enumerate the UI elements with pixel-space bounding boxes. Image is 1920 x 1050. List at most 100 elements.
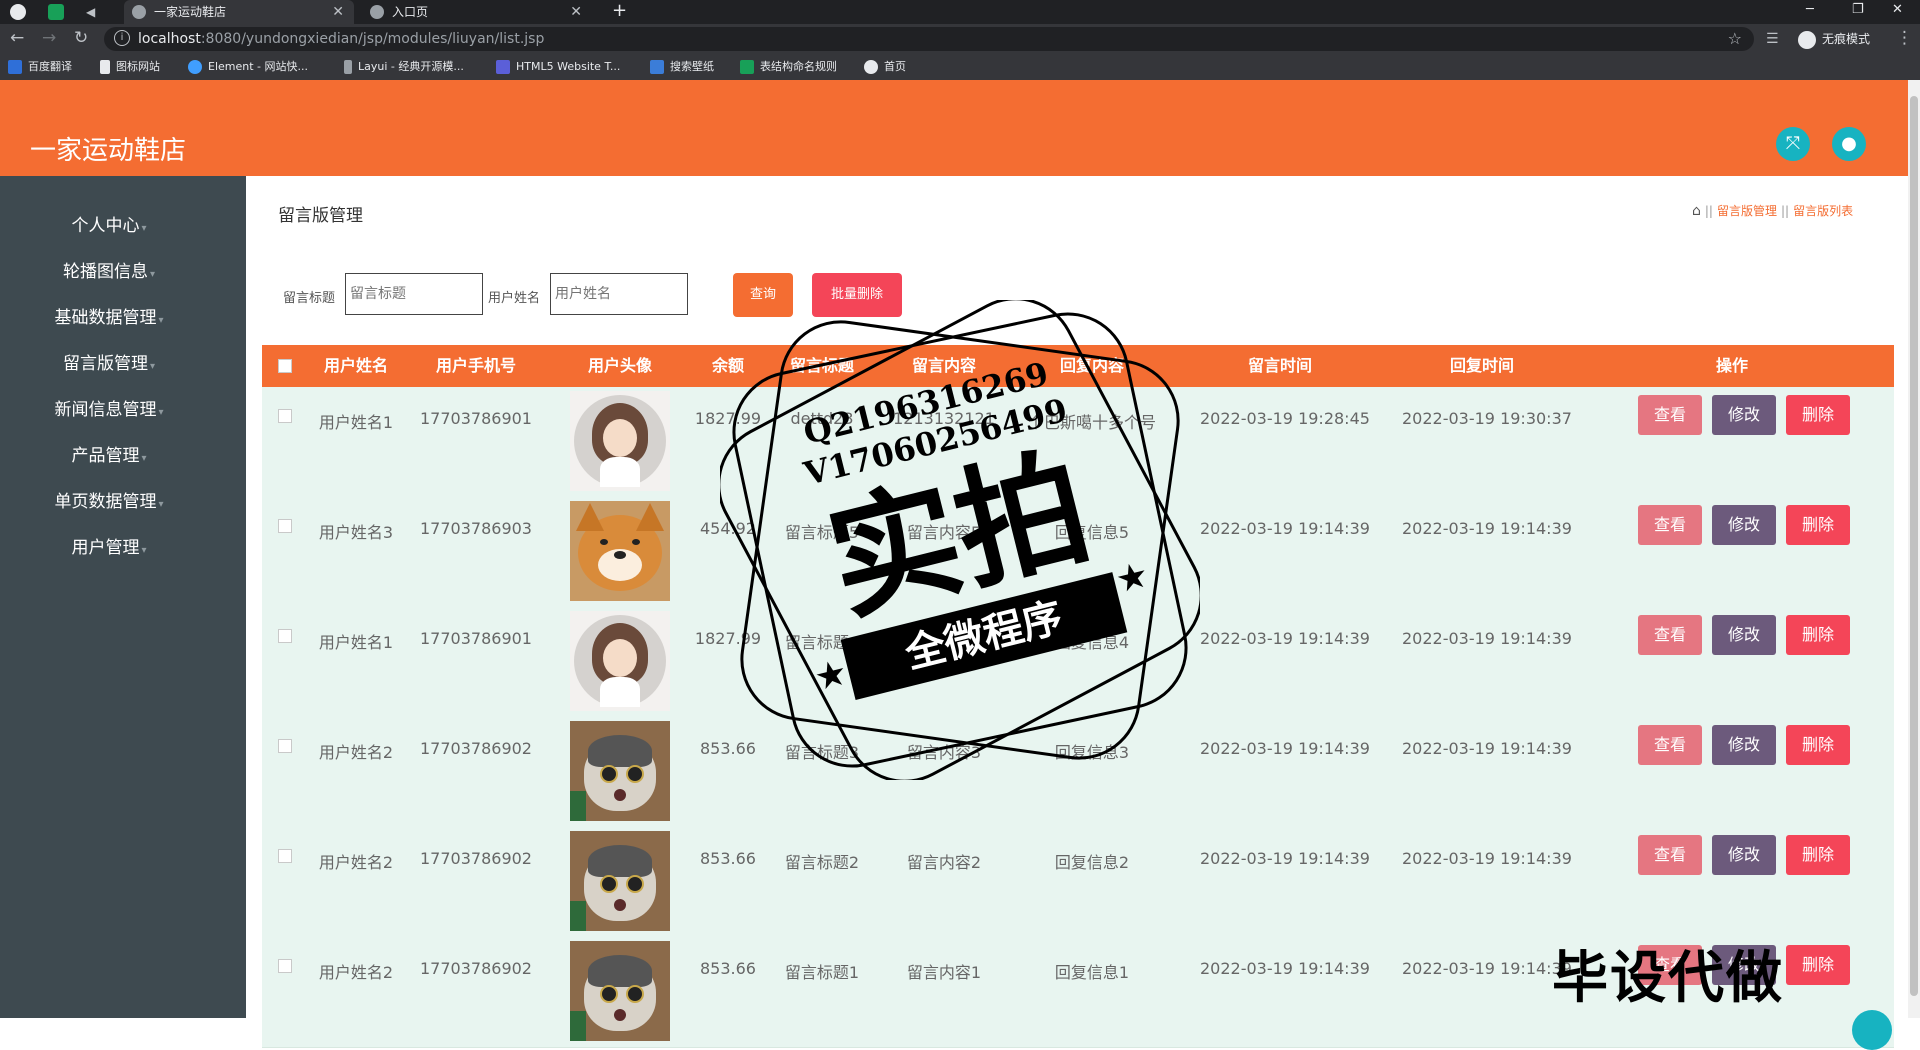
minimize-icon[interactable]: ─ — [1806, 0, 1814, 20]
reload-icon[interactable]: ↻ — [74, 28, 88, 48]
row-checkbox[interactable] — [278, 629, 292, 643]
app-logo-title: 一家运动鞋店 — [30, 136, 187, 166]
username-cell: 用户姓名2 — [318, 743, 394, 762]
view-button[interactable]: 查看 — [1638, 725, 1702, 765]
sidebar-item-news[interactable]: 新闻信息管理 ▾ — [0, 395, 218, 420]
select-all-checkbox[interactable] — [278, 359, 292, 373]
delete-button[interactable]: 删除 — [1786, 835, 1850, 875]
tab-favicon — [370, 5, 384, 19]
title-filter-input[interactable] — [345, 273, 483, 315]
edit-button[interactable]: 修改 — [1712, 615, 1776, 655]
cat-avatar — [570, 831, 670, 931]
edit-button[interactable]: 修改 — [1712, 395, 1776, 435]
bookmark-item[interactable]: 表结构命名规则 — [740, 54, 837, 80]
bookmark-item[interactable]: HTML5 Website T... — [496, 54, 620, 80]
chevron-down-icon: ▾ — [158, 499, 164, 510]
sidebar-item-basic-data[interactable]: 基础数据管理 ▾ — [0, 303, 218, 328]
row-checkbox[interactable] — [278, 519, 292, 533]
new-tab-icon[interactable]: + — [612, 0, 627, 22]
browser-toolbar: ← → ↻ i localhost:8080/yundongxiedian/js… — [0, 24, 1920, 54]
row-checkbox[interactable] — [278, 849, 292, 863]
delete-button[interactable]: 删除 — [1786, 395, 1850, 435]
delete-button[interactable]: 删除 — [1786, 945, 1850, 985]
breadcrumb-item[interactable]: 留言版列表 — [1793, 204, 1853, 218]
scrollbar-thumb[interactable] — [1910, 96, 1918, 996]
url-path: :8080/yundongxiedian/jsp/modules/liuyan/… — [200, 31, 545, 47]
chevron-down-icon: ▾ — [158, 315, 164, 326]
delete-button[interactable]: 删除 — [1786, 505, 1850, 545]
edit-button[interactable]: 修改 — [1712, 835, 1776, 875]
incognito-indicator[interactable]: 无痕模式 — [1798, 29, 1870, 49]
close-tab-icon[interactable]: ✕ — [332, 0, 344, 24]
bookmark-item[interactable]: 百度翻译 — [8, 54, 72, 80]
row-checkbox[interactable] — [278, 959, 292, 973]
wallpaper-icon — [650, 60, 664, 74]
mute-tab-icon[interactable]: ◀ — [86, 4, 102, 20]
bookmark-item[interactable]: Layui - 经典开源模... — [344, 54, 464, 80]
sidebar-item-messages[interactable]: 留言版管理 ▾ — [0, 349, 218, 374]
bookmark-star-icon[interactable]: ☆ — [1728, 29, 1742, 48]
watermark-bottom-text: 毕设代做 — [1552, 946, 1784, 1011]
row-checkbox[interactable] — [278, 739, 292, 753]
phone-cell: 17703786903 — [420, 519, 532, 538]
column-header: 余额 — [711, 356, 744, 375]
sidebar-item-carousel[interactable]: 轮播图信息 ▾ — [0, 257, 218, 282]
balance-cell: 454.92 — [700, 519, 756, 538]
page-scrollbar[interactable] — [1908, 80, 1920, 1018]
home-icon[interactable]: ⌂ — [1692, 203, 1701, 219]
view-button[interactable]: 查看 — [1638, 835, 1702, 875]
close-tab-icon[interactable]: ✕ — [570, 0, 582, 24]
query-button[interactable]: 查询 — [733, 273, 793, 317]
close-window-icon[interactable]: ✕ — [1892, 0, 1903, 20]
bookmark-item[interactable]: 图标网站 — [100, 54, 160, 80]
pinned-tab-icon[interactable] — [10, 4, 26, 20]
tab-entry[interactable]: 入口页 ✕ — [362, 0, 592, 24]
bookmark-label: Element - 网站快... — [208, 60, 308, 73]
row-checkbox[interactable] — [278, 409, 292, 423]
sidebar-item-personal-center[interactable]: 个人中心 ▾ — [0, 211, 218, 236]
column-header: 用户手机号 — [435, 356, 516, 375]
bookmark-item[interactable]: Element - 网站快... — [188, 54, 308, 80]
delete-button[interactable]: 删除 — [1786, 615, 1850, 655]
bookmark-item[interactable]: 搜索壁纸 — [650, 54, 714, 80]
restore-icon[interactable]: ❐ — [1852, 0, 1864, 20]
message-title-cell: 留言标题4 — [784, 633, 860, 652]
sidebar-item-single-page[interactable]: 单页数据管理 ▾ — [0, 487, 218, 512]
view-button[interactable]: 查看 — [1638, 505, 1702, 545]
back-icon[interactable]: ← — [10, 28, 24, 48]
balance-cell: 1827.99 — [694, 409, 762, 428]
sidebar-item-label: 基础数据管理 — [54, 308, 157, 328]
floating-action-icon[interactable] — [1852, 1010, 1892, 1050]
pinned-sheet-tab-icon[interactable] — [48, 4, 64, 20]
message-content-cell: 留言内容2 — [906, 853, 982, 872]
reading-list-icon[interactable]: ☰ — [1766, 31, 1779, 47]
cat-avatar — [570, 721, 670, 821]
sidebar-item-label: 单页数据管理 — [54, 492, 157, 512]
flag-icon — [100, 60, 110, 74]
fullscreen-icon[interactable]: ⤧ — [1776, 127, 1810, 161]
breadcrumb-item[interactable]: 留言版管理 — [1717, 204, 1777, 218]
table-row: 用户姓名1 17703786901 1827.99 dettd23 121313… — [262, 387, 1894, 498]
tab-shoe-store[interactable]: 一家运动鞋店 ✕ — [124, 0, 354, 24]
view-button[interactable]: 查看 — [1638, 615, 1702, 655]
table-row: 用户姓名3 17703786903 454.92 留言标题5 留言内容5 回复信… — [262, 497, 1894, 608]
sidebar-item-users[interactable]: 用户管理 ▾ — [0, 533, 218, 558]
site-info-icon[interactable]: i — [114, 30, 130, 46]
chevron-down-icon: ▾ — [141, 453, 147, 464]
address-bar[interactable]: i localhost:8080/yundongxiedian/jsp/modu… — [104, 27, 1754, 51]
bookmark-item[interactable]: 首页 — [864, 54, 906, 80]
edit-button[interactable]: 修改 — [1712, 725, 1776, 765]
layui-icon — [344, 60, 352, 74]
forward-icon[interactable]: → — [42, 28, 56, 48]
page-title: 留言版管理 — [278, 206, 363, 226]
user-profile-icon[interactable]: ● — [1832, 127, 1866, 161]
view-button[interactable]: 查看 — [1638, 395, 1702, 435]
username-filter-input[interactable] — [550, 273, 688, 315]
phone-cell: 17703786901 — [420, 409, 532, 428]
delete-button[interactable]: 删除 — [1786, 725, 1850, 765]
browser-menu-icon[interactable]: ⋮ — [1896, 28, 1913, 48]
edit-button[interactable]: 修改 — [1712, 505, 1776, 545]
column-header: 操作 — [1715, 356, 1748, 375]
batch-delete-button[interactable]: 批量删除 — [812, 273, 902, 317]
sidebar-item-products[interactable]: 产品管理 ▾ — [0, 441, 218, 466]
